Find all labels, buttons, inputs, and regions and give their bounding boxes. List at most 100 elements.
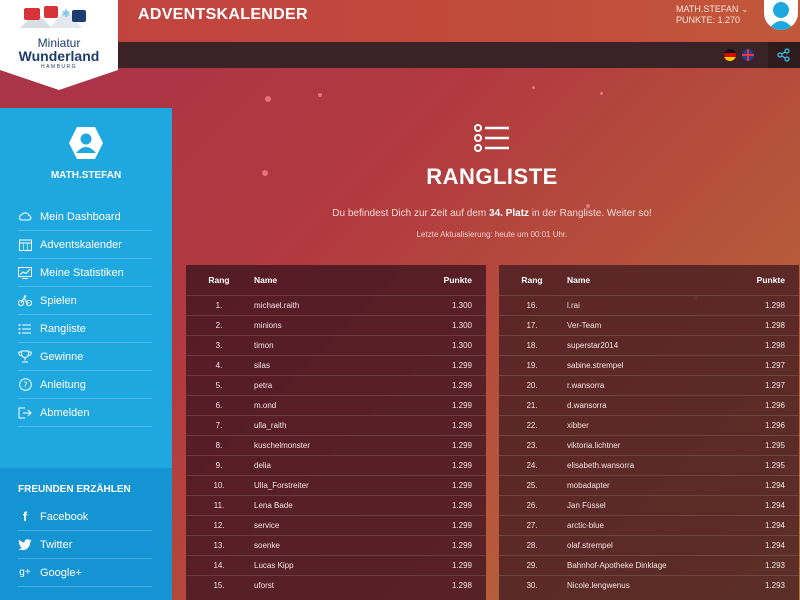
sidebar-item-anleitung[interactable]: ? Anleitung <box>18 371 152 399</box>
sub-header <box>0 42 800 68</box>
page-title: RANGLISTE <box>426 164 558 189</box>
sidebar-item-label: Spielen <box>40 294 77 307</box>
sidebar-item-statistiken[interactable]: Meine Statistiken <box>18 259 152 287</box>
rank-cell: 10. <box>213 481 225 490</box>
sidebar-item-spielen[interactable]: Spielen <box>18 287 152 315</box>
points-cell: 1.299 <box>451 441 472 450</box>
name-cell: d.wansorra <box>567 401 607 410</box>
table-row: 23. viktoria.lichtner 1.295 <box>499 435 799 455</box>
rank-info-rank: 34. Platz <box>489 208 530 219</box>
points-cell: 1.294 <box>764 541 785 550</box>
points-cell: 1.297 <box>764 381 785 390</box>
german-flag-icon[interactable] <box>724 49 736 61</box>
points-cell: 1.295 <box>764 461 785 470</box>
sidebar-user-name: MATH.STEFAN <box>50 170 122 181</box>
cloud-icon <box>18 210 32 224</box>
points-cell: 1.296 <box>764 401 785 410</box>
table-row: 13. soenke 1.299 <box>186 535 486 555</box>
points-cell: 1.295 <box>764 441 785 450</box>
sidebar-item-gewinne[interactable]: Gewinne <box>18 343 152 371</box>
table-row: 17. Ver-Team 1.298 <box>499 315 799 335</box>
rank-cell: 19. <box>526 361 538 370</box>
points-cell: 1.299 <box>451 541 472 550</box>
table-row: 16. l.rai 1.298 <box>499 295 799 315</box>
logo-line-3: HAMBURG <box>40 64 78 70</box>
rank-cell: 9. <box>215 461 223 470</box>
name-cell: Jan Füssel <box>567 501 606 510</box>
table-row: 6. m.ond 1.299 <box>186 395 486 415</box>
rank-cell: 3. <box>215 341 223 350</box>
sidebar-item-abmelden[interactable]: Abmelden <box>18 399 152 427</box>
table-row: 12. service 1.299 <box>186 515 486 535</box>
points-cell: 1.300 <box>451 321 472 330</box>
profile-avatar <box>68 126 104 165</box>
facebook-link[interactable]: f Facebook <box>18 503 152 531</box>
table-row: 1. michael.raith 1.300 <box>186 295 486 315</box>
rank-cell: 26. <box>526 501 538 510</box>
points-cell: 1.300 <box>451 341 472 350</box>
name-cell: uforst <box>254 581 275 590</box>
user-menu[interactable]: MATH.STEFAN ⌄ PUNKTE: 1.270 <box>676 4 748 26</box>
logo[interactable]: ✱ Miniatur Wunderland HAMBURG <box>0 0 118 90</box>
last-update: Letzte Aktualisierung: heute um 00:01 Uh… <box>416 230 568 239</box>
social-label: Twitter <box>40 538 73 551</box>
header-user-name: MATH.STEFAN <box>676 4 739 14</box>
user-avatar-icon <box>768 2 794 30</box>
twitter-link[interactable]: Twitter <box>18 531 152 559</box>
table-row: 22. xibber 1.296 <box>499 415 799 435</box>
sidebar-item-label: Abmelden <box>40 406 90 419</box>
snow-dot <box>600 92 603 95</box>
twitter-icon <box>18 538 32 552</box>
table-row: 14. Lucas Kipp 1.299 <box>186 555 486 575</box>
name-cell: Lena Bade <box>254 501 293 510</box>
sidebar-item-dashboard[interactable]: Mein Dashboard <box>18 203 152 231</box>
sidebar-item-adventskalender[interactable]: Adventskalender <box>18 231 152 259</box>
name-cell: timon <box>254 341 274 350</box>
sidebar-item-label: Gewinne <box>40 350 84 363</box>
col-points: Punkte <box>443 275 472 285</box>
table-row: 7. ulla_raith 1.299 <box>186 415 486 435</box>
bike-icon <box>18 294 32 308</box>
points-cell: 1.294 <box>764 501 785 510</box>
rank-info: Du befindest Dich zur Zeit auf dem 34. P… <box>292 208 692 219</box>
points-cell: 1.299 <box>451 561 472 570</box>
logout-icon <box>18 406 32 420</box>
sidebar-item-rangliste[interactable]: Rangliste <box>18 315 152 343</box>
social-label: Facebook <box>40 510 89 523</box>
googleplus-icon: g+ <box>19 567 31 578</box>
social-links: f Facebook Twitter g+ Google+ <box>18 503 152 587</box>
table-row: 18. superstar2014 1.298 <box>499 335 799 355</box>
points-cell: 1.298 <box>764 301 785 310</box>
rank-info-suffix: in der Rangliste. Weiter so! <box>529 208 652 219</box>
table-row: 5. petra 1.299 <box>186 375 486 395</box>
points-cell: 1.298 <box>764 341 785 350</box>
googleplus-link[interactable]: g+ Google+ <box>18 559 152 587</box>
sidebar-item-label: Meine Statistiken <box>40 266 124 279</box>
name-cell: sabine.strempel <box>567 361 624 370</box>
avatar[interactable] <box>764 0 798 30</box>
share-button[interactable] <box>768 42 800 68</box>
snow-dot <box>532 86 535 89</box>
english-flag-icon[interactable] <box>742 49 754 61</box>
table-row: 26. Jan Füssel 1.294 <box>499 495 799 515</box>
rank-cell: 18. <box>526 341 538 350</box>
rank-cell: 4. <box>215 361 223 370</box>
rank-cell: 16. <box>526 301 538 310</box>
chart-icon <box>18 266 32 280</box>
rank-cell: 23. <box>526 441 538 450</box>
table-row: 30. Nicole.lengwenus 1.293 <box>499 575 799 595</box>
rank-cell: 6. <box>215 401 223 410</box>
name-cell: service <box>254 521 280 530</box>
table-row: 3. timon 1.300 <box>186 335 486 355</box>
col-rank: Rang <box>521 275 543 285</box>
rank-cell: 20. <box>526 381 538 390</box>
col-points: Punkte <box>756 275 785 285</box>
calendar-icon <box>18 238 32 252</box>
table-row: 8. kuschelmonster 1.299 <box>186 435 486 455</box>
rank-cell: 5. <box>215 381 223 390</box>
rank-cell: 17. <box>526 321 538 330</box>
points-cell: 1.296 <box>764 421 785 430</box>
rank-cell: 2. <box>215 321 223 330</box>
name-cell: elisabeth.wansorra <box>567 461 635 470</box>
name-cell: ulla_raith <box>254 421 287 430</box>
